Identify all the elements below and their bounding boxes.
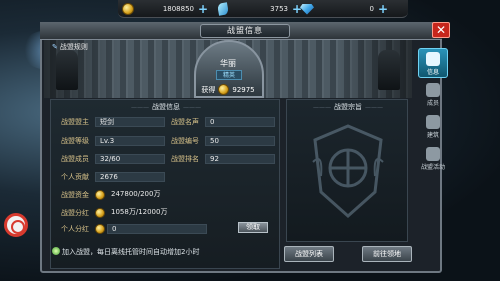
window-title: 战盟信息 — [200, 24, 290, 38]
guild-purpose-panel: 战盟宗旨 — [286, 99, 408, 242]
tab-activity[interactable]: 战盟活动 — [418, 144, 448, 174]
level-row: 战盟等级 Lv.3 — [61, 136, 165, 146]
info-icon — [426, 52, 440, 66]
level-label: 战盟等级 — [61, 137, 89, 145]
contribution-row: 个人贡献 2676 — [61, 172, 165, 182]
resource-bar: 1808850 + 3753 + 0 + — [118, 0, 408, 18]
tab-building[interactable]: 建筑 — [418, 112, 448, 142]
tab-info[interactable]: 信息 — [418, 48, 448, 78]
goto-territory-button[interactable]: 前往领地 — [362, 246, 412, 262]
obtain-value: 92975 — [232, 85, 255, 94]
members-icon — [426, 83, 440, 97]
add-gold-icon[interactable]: + — [198, 3, 208, 15]
tab-members[interactable]: 成员 — [418, 80, 448, 110]
obtain-row: 获得 92975 — [44, 84, 412, 95]
info-section-title: 战盟信息 — [111, 102, 221, 112]
number-value: 50 — [205, 136, 275, 146]
fame-label: 战盟名声 — [171, 118, 199, 126]
personal-dividend-value: 0 — [107, 224, 207, 234]
contribution-label: 个人贡献 — [61, 173, 89, 181]
members-value: 32/60 — [95, 154, 165, 164]
members-label: 战盟成员 — [61, 155, 89, 163]
crystal-resource: 3753 + — [217, 2, 302, 16]
rank-row: 战盟排名 92 — [171, 154, 275, 164]
funds-coin-icon — [95, 190, 105, 200]
gold-coin-icon — [122, 3, 134, 15]
tab-info-label: 信息 — [426, 69, 439, 76]
diamond-amount: 0 — [369, 5, 374, 13]
personal-dividend-row: 个人分红 0 — [61, 224, 207, 234]
dividend-label: 战盟分红 — [61, 209, 89, 217]
personal-dividend-label: 个人分红 — [61, 225, 89, 233]
guild-rules-tab[interactable]: ✎ 战盟规则 — [52, 42, 88, 52]
guild-info-panel: 战盟信息 战盟盟主 短剑 战盟名声 0 战盟等级 Lv.3 战盟编号 50 战盟… — [50, 99, 280, 269]
personal-coin-icon — [95, 224, 105, 234]
guild-list-button[interactable]: 战盟列表 — [284, 246, 334, 262]
number-label: 战盟编号 — [171, 137, 199, 145]
diamond-icon — [300, 3, 314, 15]
notice-text: 加入战盟，每日离线托管时间自动增加2小时 — [51, 247, 200, 256]
contribution-value: 2676 — [95, 172, 165, 182]
dividend-value: 1058万/12000万 — [111, 208, 168, 216]
dividend-row: 战盟分红 1058万/12000万 — [61, 208, 217, 218]
close-button[interactable]: ✕ — [432, 22, 450, 38]
leader-value: 短剑 — [95, 117, 165, 127]
leader-row: 战盟盟主 短剑 — [61, 117, 165, 127]
funds-row: 战盟资金 247800/200万 — [61, 190, 207, 200]
fame-value: 0 — [205, 117, 275, 127]
crystal-icon — [217, 2, 229, 16]
guild-name: 华丽 — [220, 59, 236, 68]
purpose-section-title: 战盟宗旨 — [291, 102, 405, 112]
tab-members-label: 成员 — [426, 100, 439, 107]
tab-activity-label: 战盟活动 — [420, 164, 445, 171]
rules-icon: ✎ — [52, 43, 58, 51]
funds-label: 战盟资金 — [61, 191, 89, 199]
claim-button[interactable]: 领取 — [238, 222, 268, 233]
activity-icon — [426, 147, 440, 161]
fame-row: 战盟名声 0 — [171, 117, 275, 127]
crystal-amount: 3753 — [270, 5, 288, 13]
leader-label: 战盟盟主 — [61, 118, 89, 126]
level-value: Lv.3 — [95, 136, 165, 146]
building-icon — [426, 115, 440, 129]
add-diamond-icon[interactable]: + — [378, 3, 388, 15]
dividend-coin-icon — [95, 208, 105, 218]
gold-coin-icon — [218, 84, 230, 95]
gold-resource: 1808850 + — [122, 2, 208, 16]
guild-rules-label: 战盟规则 — [59, 43, 88, 51]
rank-label: 战盟排名 — [171, 155, 199, 163]
guild-banner: 华丽 精英 获得 92975 — [44, 40, 412, 98]
guild-tag-badge: 精英 — [216, 70, 242, 80]
members-row: 战盟成员 32/60 — [61, 154, 165, 164]
gold-amount: 1808850 — [162, 5, 194, 13]
obtain-label: 获得 — [201, 85, 216, 94]
number-row: 战盟编号 50 — [171, 136, 275, 146]
close-icon: ✕ — [435, 23, 447, 37]
funds-value: 247800/200万 — [111, 190, 161, 198]
diamond-resource: 0 + — [300, 2, 388, 16]
tab-building-label: 建筑 — [426, 132, 439, 139]
guild-emblem-icon — [312, 124, 384, 219]
side-tabs: 信息 成员 建筑 战盟活动 — [418, 48, 448, 178]
floating-menu-button[interactable] — [4, 213, 28, 237]
rank-value: 92 — [205, 154, 275, 164]
